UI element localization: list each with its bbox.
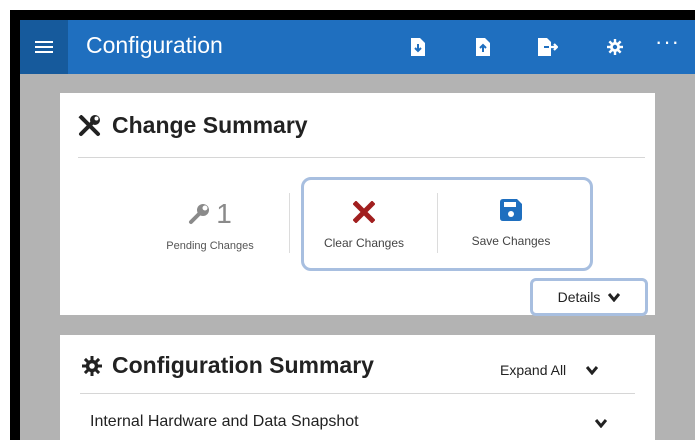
more-options-button[interactable]: ··· [655,29,680,55]
header-divider [80,393,635,394]
chevron-down-icon [594,415,608,433]
divider-vertical [437,193,438,253]
gear-icon [82,355,102,376]
hamburger-menu-button[interactable] [20,20,68,74]
clear-changes-label: Clear Changes [323,236,405,250]
save-icon [500,199,522,221]
hamburger-icon [35,38,53,56]
pending-changes-label: Pending Changes [166,240,254,252]
file-export-icon [476,38,490,56]
list-item[interactable]: Internal Hardware and Data Snapshot [90,413,630,431]
pending-count: 1 [216,198,232,229]
app-title: Configuration [86,32,223,58]
sign-out-button[interactable] [537,36,559,58]
close-icon [352,200,376,224]
tools-icon [78,114,102,137]
save-changes-button[interactable]: Save Changes [448,199,574,248]
expand-all-label: Expand All [500,362,567,378]
top-bar: Configuration ··· [20,20,695,74]
change-summary-card: Change Summary 1 Pending Changes Clear C… [60,93,655,316]
chevron-down-icon [586,365,599,375]
divider-vertical [289,193,290,253]
expand-all-button[interactable]: Expand All [500,362,599,378]
file-import-icon [411,38,425,56]
settings-button[interactable] [604,36,626,58]
details-label: Details [557,289,601,305]
change-summary-header: Change Summary [78,112,308,139]
pending-changes-indicator: 1 Pending Changes [155,198,265,252]
app-root: Configuration ··· Change Summary 1 Pendi… [20,20,695,440]
window-frame: Configuration ··· Change Summary 1 Pendi… [10,10,695,440]
chevron-down-icon [608,292,621,302]
file-export-button[interactable] [472,36,494,58]
wrench-icon [188,203,210,225]
clear-changes-button[interactable]: Clear Changes [301,200,427,250]
configuration-summary-header: Configuration Summary [82,352,374,379]
configuration-summary-card: Configuration Summary Expand All Interna… [60,335,655,440]
details-button[interactable]: Details [530,278,648,316]
gear-icon [607,39,623,55]
list-item-label: Internal Hardware and Data Snapshot [90,413,359,430]
file-import-button[interactable] [407,36,429,58]
change-summary-title: Change Summary [112,112,308,138]
save-changes-label: Save Changes [471,234,551,248]
sign-out-icon [538,38,558,56]
header-divider [78,157,645,158]
configuration-summary-title: Configuration Summary [112,352,374,378]
